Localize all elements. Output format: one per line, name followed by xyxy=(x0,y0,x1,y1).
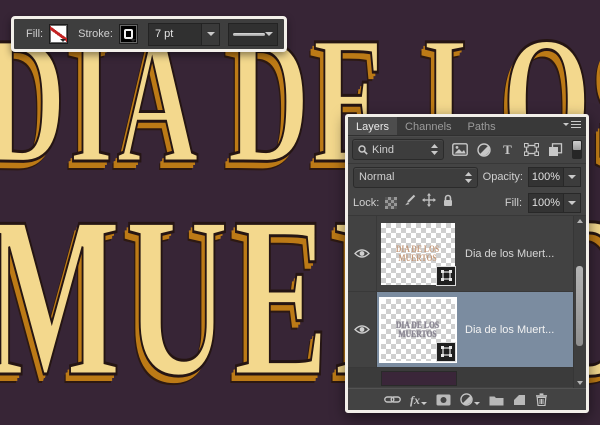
pixel-layer-filter-icon[interactable] xyxy=(451,141,468,158)
layer-style-button[interactable]: fx xyxy=(410,394,427,406)
stroke-rect-icon xyxy=(123,29,133,39)
fill-value-field[interactable]: 100% xyxy=(528,192,564,213)
updown-arrows-icon xyxy=(431,144,438,155)
layer-row-top[interactable]: DIA DE LOS MUERTOS Dia de los Muert... xyxy=(348,216,586,292)
tab-channels[interactable]: Channels xyxy=(397,117,459,135)
layer-thumbnail[interactable]: DIA DE LOS MUERTOS xyxy=(381,222,456,286)
opacity-dropdown-button[interactable] xyxy=(564,167,581,187)
eye-icon xyxy=(354,249,370,258)
lock-position-icon[interactable] xyxy=(422,193,437,212)
layers-panel: Layers Channels Paths Kind T Normal Opac… xyxy=(345,114,589,413)
updown-arrows-icon xyxy=(464,171,472,183)
chevron-down-icon xyxy=(421,401,427,405)
shape-layer-filter-icon[interactable] xyxy=(523,141,540,158)
lock-transparent-pixels-icon[interactable] xyxy=(385,196,398,209)
chevron-down-icon xyxy=(563,123,569,126)
tab-layers[interactable]: Layers xyxy=(348,117,398,135)
chevron-down-icon xyxy=(568,200,576,205)
panel-tabbar: Layers Channels Paths xyxy=(348,117,586,136)
opacity-label: Opacity: xyxy=(482,171,523,183)
delete-layer-button[interactable] xyxy=(535,393,548,406)
filter-toggle-switch[interactable] xyxy=(572,140,582,159)
svg-text:T: T xyxy=(503,143,512,156)
stroke-swatch[interactable] xyxy=(118,24,138,44)
scroll-down-icon[interactable] xyxy=(577,381,583,385)
thumbnail-text-line2: MUERTOS xyxy=(398,328,438,339)
background-layer-thumbnail xyxy=(381,371,457,386)
chevron-down-icon xyxy=(568,175,576,179)
layer-name[interactable]: Dia de los Muert... xyxy=(465,248,554,260)
trash-icon xyxy=(536,393,547,406)
thumbnail-text-line2: MUERTOS xyxy=(398,252,438,263)
filter-kind-label: Kind xyxy=(372,143,395,156)
vector-mask-badge-icon xyxy=(436,341,456,362)
panel-menu-button[interactable] xyxy=(563,121,581,128)
stroke-size-input[interactable]: 7 pt xyxy=(148,22,202,46)
new-adjustment-layer-button[interactable] xyxy=(460,393,480,406)
solid-line-icon xyxy=(233,32,265,36)
fx-icon: fx xyxy=(410,392,420,407)
lock-image-pixels-icon[interactable] xyxy=(403,194,416,212)
link-icon xyxy=(384,396,401,403)
stroke-label: Stroke: xyxy=(78,28,113,40)
eye-icon xyxy=(354,325,370,334)
layer-filter-row: Kind T xyxy=(348,136,586,164)
type-layer-filter-icon[interactable]: T xyxy=(499,141,516,158)
fill-amount-label: Fill: xyxy=(504,196,522,209)
search-icon xyxy=(358,144,368,155)
blend-mode-value: Normal xyxy=(359,171,395,183)
folder-icon xyxy=(489,396,504,405)
vector-mask-badge-icon xyxy=(436,265,456,286)
adjustment-layer-filter-icon[interactable] xyxy=(475,141,492,158)
layer-row-selected[interactable]: DIA DE LOS MUERTOS Dia de los Muert... xyxy=(348,292,586,368)
scroll-up-icon[interactable] xyxy=(577,219,583,223)
chevron-down-icon xyxy=(206,32,215,36)
adjustment-circle-icon xyxy=(460,393,473,406)
scrollbar-thumb[interactable] xyxy=(576,266,583,346)
opacity-value-field[interactable]: 100% xyxy=(528,167,564,187)
stroke-style-select[interactable] xyxy=(228,22,278,46)
stroke-dropdown-arrow-icon xyxy=(130,39,136,42)
fill-swatch[interactable] xyxy=(49,24,69,44)
visibility-toggle[interactable] xyxy=(348,216,377,291)
new-group-button[interactable] xyxy=(489,394,504,406)
add-layer-mask-button[interactable] xyxy=(436,394,451,406)
chevron-down-icon xyxy=(265,32,273,36)
shape-options-bar: Fill: Stroke: 7 pt xyxy=(11,16,287,52)
new-layer-icon xyxy=(514,394,525,405)
stroke-size-dropdown-button[interactable] xyxy=(202,22,220,46)
link-layers-button[interactable] xyxy=(384,395,401,404)
mask-icon xyxy=(436,394,451,405)
fill-dropdown-button[interactable] xyxy=(564,192,581,213)
fill-dropdown-arrow-icon xyxy=(60,39,67,42)
layers-bottom-toolbar: fx xyxy=(348,388,586,410)
lock-row: Lock: Fill: 100% xyxy=(348,190,586,216)
layer-name[interactable]: Dia de los Muert... xyxy=(465,324,554,336)
layers-list: DIA DE LOS MUERTOS Dia de los Muert... D… xyxy=(348,216,586,388)
blend-mode-row: Normal Opacity: 100% xyxy=(348,164,586,190)
menu-bars-icon xyxy=(571,121,581,128)
visibility-toggle[interactable] xyxy=(348,292,377,367)
layers-scrollbar[interactable] xyxy=(573,216,586,388)
lock-all-icon[interactable] xyxy=(442,194,454,212)
layer-thumbnail[interactable]: DIA DE LOS MUERTOS xyxy=(379,296,457,363)
new-layer-button[interactable] xyxy=(513,394,526,406)
fill-label: Fill: xyxy=(26,28,44,40)
smart-object-filter-icon[interactable] xyxy=(547,141,564,158)
tab-paths[interactable]: Paths xyxy=(460,117,504,135)
lock-label: Lock: xyxy=(353,196,380,209)
layer-row-background-partial[interactable] xyxy=(348,368,586,387)
chevron-down-icon xyxy=(474,402,480,405)
filter-kind-select[interactable]: Kind xyxy=(352,139,444,160)
blend-mode-select[interactable]: Normal xyxy=(353,166,478,188)
